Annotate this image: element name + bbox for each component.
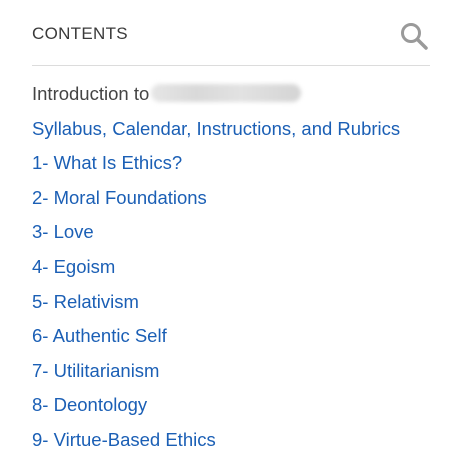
list-item: 6- Authentic Self bbox=[32, 322, 442, 357]
list-item: 9- Virtue-Based Ethics bbox=[32, 426, 442, 461]
toc-link-what-is-ethics[interactable]: 1- What Is Ethics? bbox=[32, 152, 182, 173]
list-item: 2- Moral Foundations bbox=[32, 184, 442, 219]
toc-link-egoism[interactable]: 4- Egoism bbox=[32, 256, 115, 277]
list-item: 5- Relativism bbox=[32, 288, 442, 323]
search-icon bbox=[401, 23, 428, 50]
list-item: 3- Love bbox=[32, 218, 442, 253]
toc-link-moral-foundations[interactable]: 2- Moral Foundations bbox=[32, 187, 207, 208]
toc-link-utilitarianism[interactable]: 7- Utilitarianism bbox=[32, 360, 159, 381]
list-item: Syllabus, Calendar, Instructions, and Ru… bbox=[32, 115, 442, 150]
toc-link-syllabus[interactable]: Syllabus, Calendar, Instructions, and Ru… bbox=[32, 118, 400, 139]
table-of-contents: Introduction to Syllabus, Calendar, Inst… bbox=[32, 80, 442, 461]
contents-panel: CONTENTS Introduction to Syllabus, Calen… bbox=[0, 0, 450, 452]
list-item: 1- What Is Ethics? bbox=[32, 149, 442, 184]
toc-intro: Introduction to bbox=[32, 80, 442, 115]
list-item: 8- Deontology bbox=[32, 391, 442, 426]
list-item: 7- Utilitarianism bbox=[32, 357, 442, 392]
contents-header: CONTENTS bbox=[32, 14, 430, 66]
toc-link-authentic-self[interactable]: 6- Authentic Self bbox=[32, 325, 167, 346]
toc-link-relativism[interactable]: 5- Relativism bbox=[32, 291, 139, 312]
search-button[interactable] bbox=[398, 20, 430, 52]
redacted-course-name bbox=[151, 84, 302, 102]
toc-link-virtue-based-ethics[interactable]: 9- Virtue-Based Ethics bbox=[32, 429, 216, 450]
toc-intro-label: Introduction to bbox=[32, 83, 150, 104]
toc-link-love[interactable]: 3- Love bbox=[32, 221, 94, 242]
toc-link-deontology[interactable]: 8- Deontology bbox=[32, 394, 147, 415]
contents-title: CONTENTS bbox=[32, 24, 128, 43]
list-item: 4- Egoism bbox=[32, 253, 442, 288]
